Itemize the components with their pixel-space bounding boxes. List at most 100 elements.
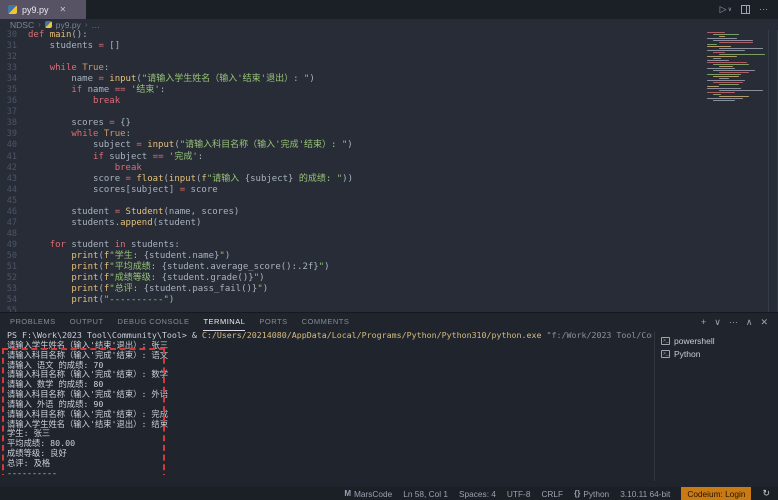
terminal-list-label: powershell <box>674 336 715 346</box>
python-interpreter[interactable]: 3.10.11 64-bit <box>620 489 670 499</box>
panel-tab-debug-console[interactable]: DEBUG CONSOLE <box>118 313 190 331</box>
terminal-list-item-python[interactable]: >_ Python <box>661 347 778 360</box>
panel-tab-terminal[interactable]: TERMINAL <box>203 313 245 331</box>
code-line[interactable]: 31 students = [] <box>0 41 777 52</box>
encoding[interactable]: UTF-8 <box>507 489 531 499</box>
code-line[interactable]: 44 scores[subject] = score <box>0 185 777 196</box>
tab-py9[interactable]: py9.py ✕ <box>0 0 86 19</box>
panel-tab-problems[interactable]: PROBLEMS <box>10 313 56 331</box>
minimap[interactable] <box>707 32 765 144</box>
language-mode[interactable]: {}Python <box>574 489 609 499</box>
python-file-icon <box>8 5 17 14</box>
editor-scrollbar[interactable] <box>768 30 769 312</box>
panel-tab-output[interactable]: OUTPUT <box>70 313 104 331</box>
line-number: 37 <box>0 107 28 118</box>
panel-tab-ports[interactable]: PORTS <box>259 313 287 331</box>
breadcrumb-item[interactable]: … <box>91 20 100 30</box>
line-number: 33 <box>0 63 28 74</box>
code-line[interactable]: 43 score = float(input(f"请输入 {subject} 的… <box>0 174 777 185</box>
code-line[interactable]: 34 name = input("请输入学生姓名（输入'结束'退出）: ") <box>0 74 777 85</box>
feedback-icon[interactable]: ↻ <box>762 488 770 499</box>
code-line[interactable]: 54 print("----------") <box>0 295 777 306</box>
terminal-dropdown[interactable]: ∨ <box>714 318 721 327</box>
terminal-list-label: Python <box>674 349 700 359</box>
status-bar: MMarsCode Ln 58, Col 1 Spaces: 4 UTF-8 CRLF {… <box>0 487 778 500</box>
code-line[interactable]: 50 print(f"学生: {student.name}") <box>0 251 777 262</box>
terminal-list-item-powershell[interactable]: >_ powershell <box>661 334 778 347</box>
code-line[interactable]: 30def main(): <box>0 30 777 41</box>
marscode-status[interactable]: MMarsCode <box>344 489 392 499</box>
code-line[interactable]: 51 print(f"平均成绩: {student.average_score(… <box>0 262 777 273</box>
code-line[interactable]: 53 print(f"总评: {student.pass_fail()}") <box>0 284 777 295</box>
line-number: 30 <box>0 30 28 41</box>
panel-tab-comments[interactable]: COMMENTS <box>302 313 350 331</box>
code-editor[interactable]: 30def main():31 students = []3233 while … <box>0 30 778 312</box>
breadcrumb[interactable]: NDSC›py9.py›… <box>0 19 778 30</box>
codeium-login-button[interactable]: Codeium: Login <box>681 487 751 500</box>
breadcrumb-item[interactable]: py9.py <box>56 20 81 30</box>
panel-more-actions-button[interactable]: ··· <box>729 318 738 327</box>
line-number: 48 <box>0 229 28 240</box>
line-number: 50 <box>0 251 28 262</box>
bottom-panel: PROBLEMS OUTPUT DEBUG CONSOLE TERMINAL PORTS… <box>0 312 778 487</box>
code-line[interactable]: 45 <box>0 196 777 207</box>
more-actions-button[interactable]: ··· <box>759 5 768 14</box>
terminal-icon: >_ <box>661 350 670 358</box>
chevron-down-icon[interactable]: ∨ <box>728 7 732 13</box>
terminal-lines: PS F:\Work\2023 Tool\Community\Tool> & C… <box>0 331 652 475</box>
line-number: 43 <box>0 174 28 185</box>
terminal-line: 成绩等级: 良好 <box>0 449 652 459</box>
indentation[interactable]: Spaces: 4 <box>459 489 496 499</box>
line-number: 52 <box>0 273 28 284</box>
code-line[interactable]: 39 while True: <box>0 129 777 140</box>
line-number: 38 <box>0 118 28 129</box>
code-line[interactable]: 46 student = Student(name, scores) <box>0 207 777 218</box>
cursor-position[interactable]: Ln 58, Col 1 <box>403 489 448 499</box>
line-number: 53 <box>0 284 28 295</box>
code-line[interactable]: 41 if subject == '完成': <box>0 152 777 163</box>
code-line[interactable]: 52 print(f"成绩等级: {student.grade()}") <box>0 273 777 284</box>
code-line[interactable]: 35 if name == '结束': <box>0 85 777 96</box>
vscode-window: py9.py ✕ ▷∨··· NDSC›py9.py›… 30def main(… <box>0 0 778 500</box>
run-button[interactable]: ▷∨ <box>720 5 732 14</box>
maximize-panel-button[interactable]: ∧ <box>746 318 753 327</box>
editor-actions: ▷∨ ··· <box>720 0 778 19</box>
code-line[interactable]: 32 <box>0 52 777 63</box>
code-line[interactable]: 49 for student in students: <box>0 240 777 251</box>
line-number: 36 <box>0 96 28 107</box>
panel-header: PROBLEMS OUTPUT DEBUG CONSOLE TERMINAL PORTS… <box>0 313 778 331</box>
code-line[interactable]: 47 students.append(student) <box>0 218 777 229</box>
tab-close-icon[interactable]: ✕ <box>60 5 67 14</box>
panel-actions: + ∨ ··· ∧ ✕ <box>701 318 768 327</box>
run-icon: ▷ <box>720 5 727 14</box>
line-number: 45 <box>0 196 28 207</box>
panel-tabs: PROBLEMS OUTPUT DEBUG CONSOLE TERMINAL PORTS… <box>10 313 363 331</box>
code-line[interactable]: 33 while True: <box>0 63 777 74</box>
line-number: 41 <box>0 152 28 163</box>
terminal-line: 总评: 及格 <box>0 459 652 469</box>
editor-tab-bar: py9.py ✕ ▷∨ ··· <box>0 0 778 19</box>
code-line[interactable]: 36 break <box>0 96 777 107</box>
code-line[interactable]: 40 subject = input("请输入科目名称（输入'完成'结束）: "… <box>0 140 777 151</box>
terminal-output[interactable]: PS F:\Work\2023 Tool\Community\Tool> & C… <box>0 331 652 475</box>
new-terminal-button[interactable]: + <box>701 318 706 327</box>
line-number: 34 <box>0 74 28 85</box>
terminal-list: >_ powershell >_ Python <box>654 331 778 481</box>
line-number: 32 <box>0 52 28 63</box>
close-panel-button[interactable]: ✕ <box>760 318 768 327</box>
split-editor-icon[interactable] <box>741 5 750 14</box>
breadcrumb-separator-icon: › <box>38 20 41 29</box>
line-number: 51 <box>0 262 28 273</box>
terminal-icon: >_ <box>661 337 670 345</box>
code-line[interactable]: 38 scores = {} <box>0 118 777 129</box>
line-number: 40 <box>0 140 28 151</box>
code-line[interactable]: 48 <box>0 229 777 240</box>
code-line[interactable]: 37 <box>0 107 777 118</box>
line-number: 47 <box>0 218 28 229</box>
terminal-line: 平均成绩: 80.00 <box>0 439 652 449</box>
eol-selector[interactable]: CRLF <box>541 489 563 499</box>
line-number: 49 <box>0 240 28 251</box>
breadcrumb-item[interactable]: NDSC <box>10 20 34 30</box>
code-line[interactable]: 42 break <box>0 163 777 174</box>
line-number: 35 <box>0 85 28 96</box>
